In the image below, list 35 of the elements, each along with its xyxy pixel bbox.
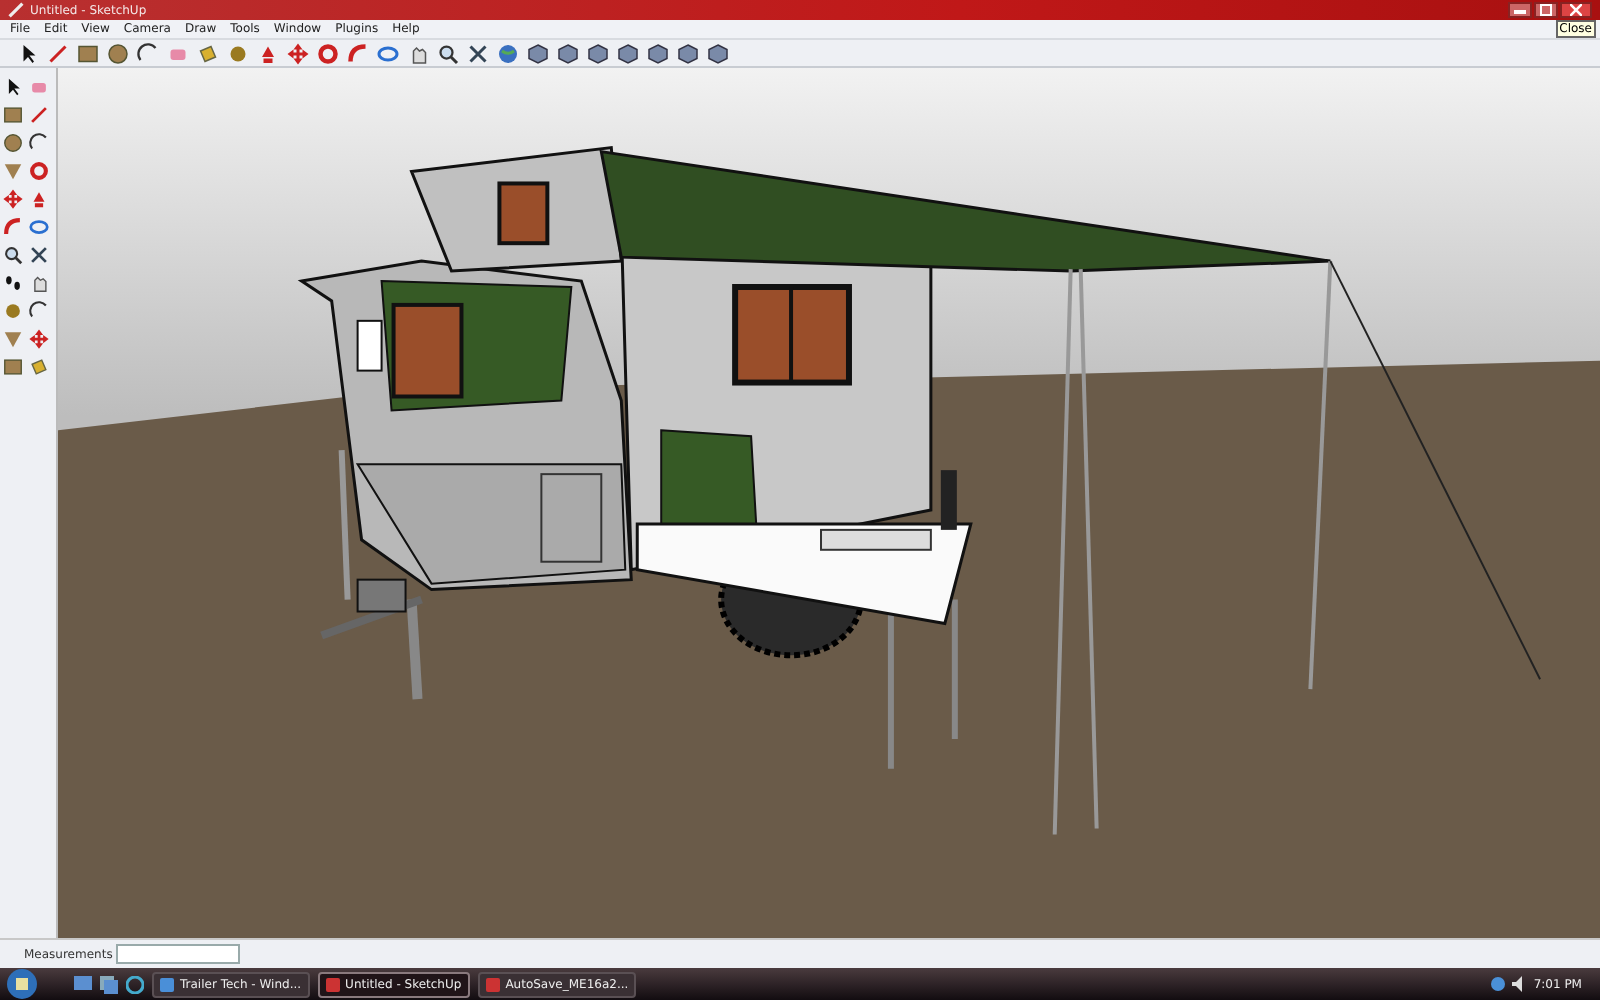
maximize-button[interactable] [1534,2,1558,18]
app-icon [485,977,500,991]
footprint-icon[interactable] [2,272,24,294]
zoom-extents-icon[interactable] [28,244,50,266]
network-icon[interactable] [1489,976,1506,992]
zoom-icon[interactable] [436,41,460,65]
start-orb-icon[interactable] [6,968,38,1000]
orbit-icon[interactable] [376,41,400,65]
desktop-icon[interactable] [74,975,92,993]
measurements-field[interactable] [116,944,241,964]
speaker-icon[interactable] [1511,976,1528,992]
rectangle-icon[interactable] [76,41,100,65]
minimize-button[interactable] [1508,2,1532,18]
circle-icon[interactable] [2,132,24,154]
maximize-icon [1540,4,1552,16]
push-pull-icon[interactable] [28,188,50,210]
move-icon[interactable] [286,41,310,65]
zoom-extents-icon[interactable] [466,41,490,65]
circle-icon[interactable] [106,41,130,65]
app-icon [325,977,340,991]
minimize-icon [1514,6,1526,14]
move-icon[interactable] [2,188,24,210]
close-button[interactable] [1560,2,1592,18]
arc-icon[interactable] [28,132,50,154]
rectangle-icon[interactable] [2,104,24,126]
globe-icon[interactable] [496,41,520,65]
pencil-icon[interactable] [28,104,50,126]
zoom-icon[interactable] [2,244,24,266]
arc-icon[interactable] [136,41,160,65]
app-icon [160,977,174,991]
window-switch-icon[interactable] [100,975,118,993]
pencil-icon[interactable] [46,41,70,65]
push-pull-icon[interactable] [256,41,280,65]
orbit-icon[interactable] [28,216,50,238]
close-icon [1570,4,1582,16]
